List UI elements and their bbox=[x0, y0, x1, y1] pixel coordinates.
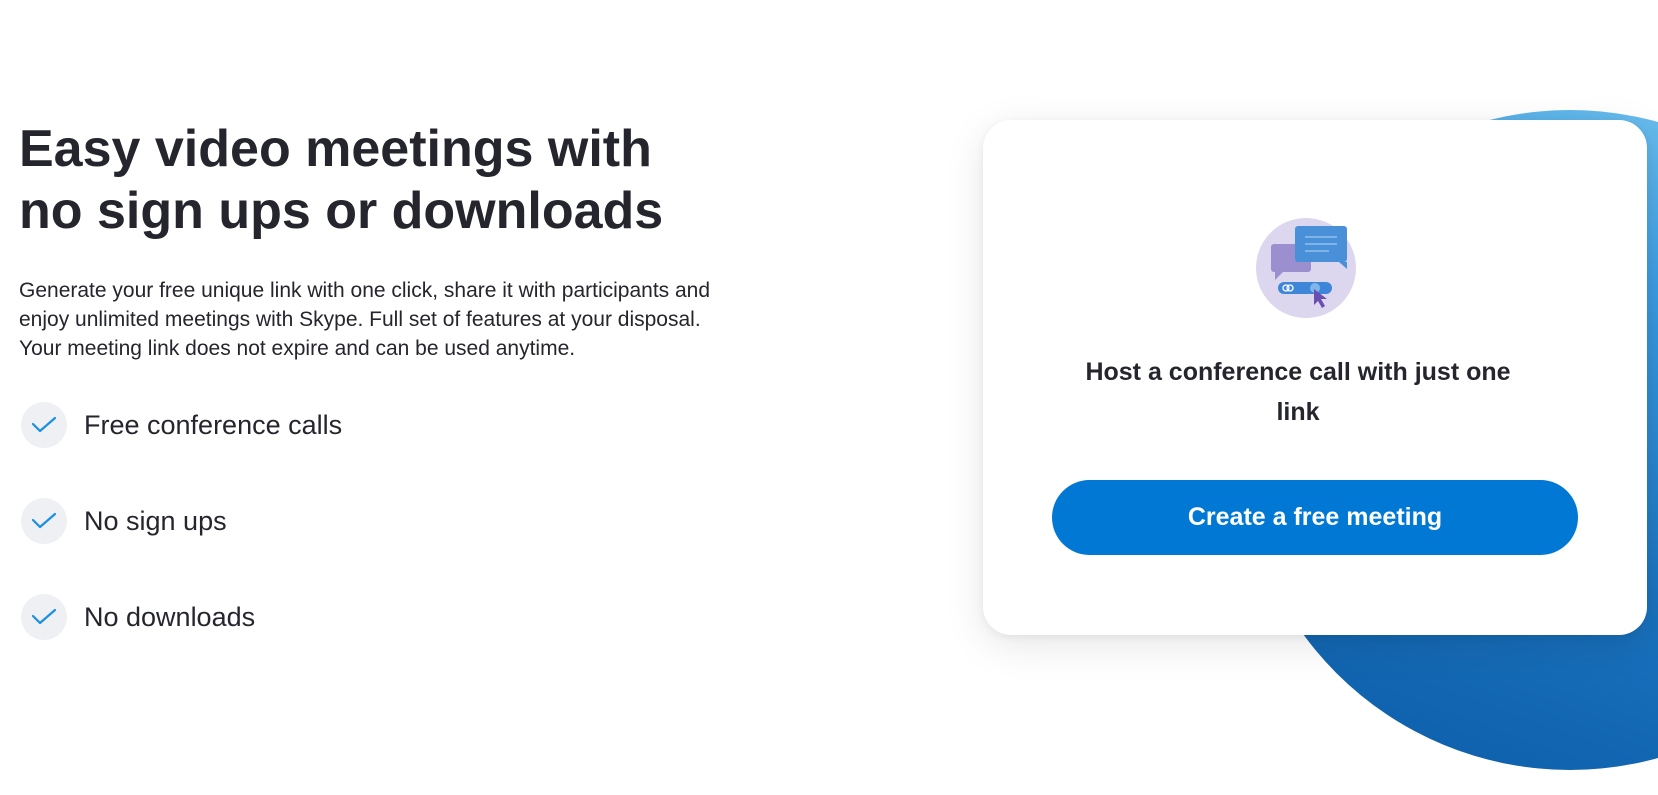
card-title: Host a conference call with just one lin… bbox=[1085, 358, 1511, 426]
chat-link-illustration-icon bbox=[1255, 217, 1357, 319]
feature-label: No sign ups bbox=[84, 505, 227, 536]
meeting-card: Host a conference call with just one lin… bbox=[983, 120, 1647, 635]
feature-label: Free conference calls bbox=[84, 409, 343, 440]
check-icon bbox=[21, 402, 67, 448]
feature-item: No downloads bbox=[21, 593, 739, 641]
page-title: Easy video meetings with no sign ups or … bbox=[19, 120, 664, 240]
page: Easy video meetings with no sign ups or … bbox=[0, 0, 1658, 795]
feature-label: No downloads bbox=[84, 601, 256, 632]
check-icon bbox=[21, 594, 67, 640]
feature-item: Free conference calls bbox=[21, 401, 739, 449]
check-icon bbox=[21, 498, 67, 544]
feature-item: No sign ups bbox=[21, 497, 739, 545]
create-free-meeting-button[interactable]: Create a free meeting bbox=[1052, 480, 1578, 555]
hero-section: Easy video meetings with no sign ups or … bbox=[19, 118, 739, 689]
intro-text: Generate your free unique link with one … bbox=[19, 279, 711, 360]
feature-list: Free conference calls No sign ups No dow… bbox=[21, 401, 739, 641]
